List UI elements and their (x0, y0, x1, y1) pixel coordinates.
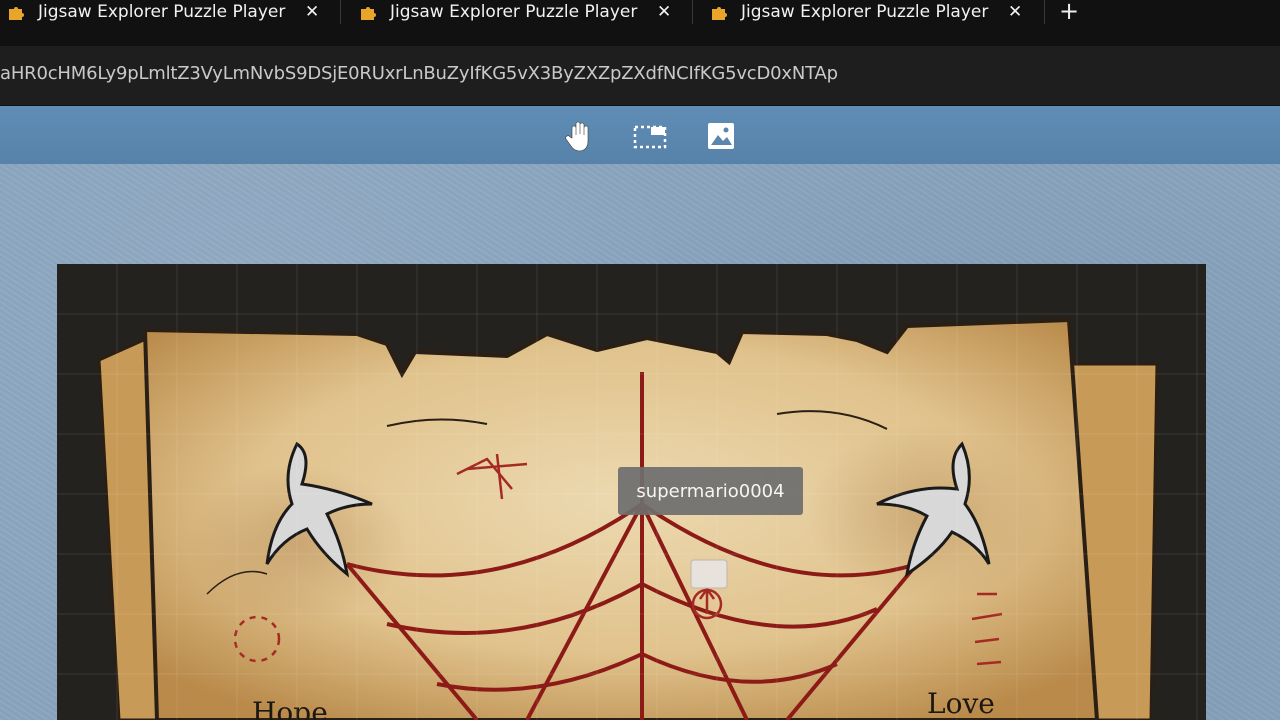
hand-tool-button[interactable] (562, 118, 598, 154)
hand-icon (565, 121, 589, 152)
tab-close-button[interactable]: ✕ (657, 0, 671, 24)
select-area-button[interactable] (632, 118, 668, 154)
tab-close-button[interactable]: ✕ (1008, 0, 1022, 24)
url-text[interactable]: aHR0cHM6Ly9pLmltZ3VyLmNvbS9DSjE0RUxrLnBu… (0, 63, 838, 84)
puzzle-favicon-icon (9, 7, 24, 20)
puzzle-favicon-icon (712, 7, 727, 20)
tab[interactable]: Jigsaw Explorer Puzzle Player (6, 0, 285, 24)
new-tab-button[interactable]: + (1059, 0, 1079, 23)
tab[interactable]: Jigsaw Explorer Puzzle Player (358, 0, 637, 24)
image-icon (708, 123, 734, 149)
hope-word: Hope (252, 696, 328, 720)
tab-title: Jigsaw Explorer Puzzle Player (741, 2, 989, 22)
selection-icon (633, 125, 667, 149)
tab-strip: Jigsaw Explorer Puzzle Player ✕ Jigsaw E… (0, 0, 1280, 46)
puzzle-toolbar (0, 106, 1280, 164)
puzzle-favicon-icon (361, 7, 376, 20)
loose-piece[interactable] (690, 559, 728, 589)
tab-divider (1044, 0, 1045, 24)
preview-image-button[interactable] (703, 118, 739, 154)
tab-close-button[interactable]: ✕ (305, 0, 319, 24)
tab-divider (692, 0, 693, 24)
love-word: Love (927, 687, 995, 720)
player-label: supermario0004 (618, 467, 803, 515)
tab[interactable]: Jigsaw Explorer Puzzle Player (709, 0, 988, 24)
tab-title: Jigsaw Explorer Puzzle Player (38, 2, 286, 22)
tab-divider (340, 0, 341, 24)
address-bar[interactable]: aHR0cHM6Ly9pLmltZ3VyLmNvbS9DSjE0RUxrLnBu… (0, 46, 1280, 106)
tab-title: Jigsaw Explorer Puzzle Player (390, 2, 638, 22)
